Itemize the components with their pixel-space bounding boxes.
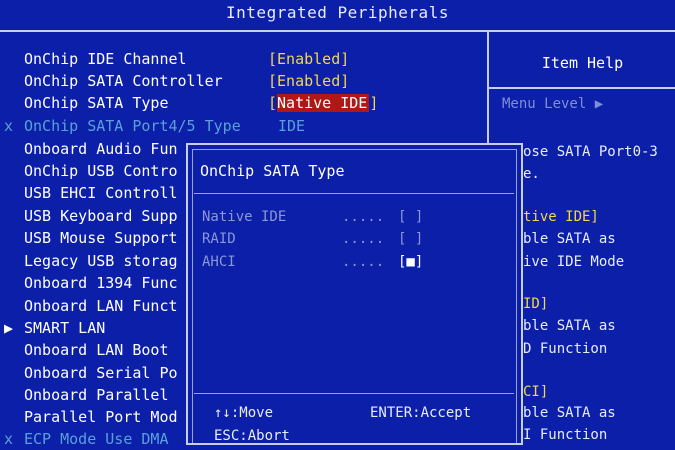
setting-label: OnChip SATA Type <box>24 94 169 112</box>
setting-label: Onboard Serial Po <box>24 364 178 382</box>
disabled-marker-icon: x <box>4 430 14 448</box>
options-popup: OnChip SATA Type Native IDE.....[ ] RAID.… <box>186 143 523 445</box>
help-line: I Function <box>523 427 608 443</box>
header-bar: —·— Integrated Peripherals <box>0 0 675 28</box>
option-label: RAID <box>202 231 236 247</box>
popup-title-divider <box>194 193 514 194</box>
setting-label: Parallel Port Mod <box>24 408 178 426</box>
help-title: Item Help <box>541 54 624 72</box>
help-line: ive IDE Mode <box>523 254 625 270</box>
submenu-arrow-icon: ▶ <box>4 319 14 337</box>
help-line: ose SATA Port0-3 <box>523 144 658 160</box>
setting-label: Onboard Parallel <box>24 386 169 404</box>
move-key-hint: ↑↓:Move <box>214 405 274 421</box>
option-empty-box: [ ] <box>398 209 424 225</box>
header-divider <box>0 30 675 32</box>
help-line: e. <box>523 166 540 182</box>
option-dots: ..... <box>342 254 385 270</box>
disabled-marker-icon: x <box>4 117 14 135</box>
option-dots: ..... <box>342 231 385 247</box>
selected-value-text: Native IDE <box>277 94 370 112</box>
option-checked-box: [■] <box>398 254 424 270</box>
setting-label: USB EHCI Controll <box>24 184 178 202</box>
abort-key-hint: ESC:Abort <box>214 428 290 444</box>
setting-label: OnChip USB Contro <box>24 162 178 180</box>
setting-label: SMART LAN <box>24 319 106 337</box>
option-dots: ..... <box>342 209 385 225</box>
setting-value: IDE <box>278 117 306 135</box>
accept-key-hint: ENTER:Accept <box>370 405 472 421</box>
popup-option[interactable]: RAID..... [ ] <box>202 231 423 247</box>
help-line: ID] <box>523 296 549 312</box>
help-title-divider <box>489 87 675 89</box>
setting-label: Onboard LAN Boot <box>24 341 169 359</box>
setting-label: Onboard Audio Fun <box>24 140 178 158</box>
menu-level-label: Menu Level ▶ <box>502 96 604 112</box>
option-empty-box: [ ] <box>398 231 424 247</box>
setting-label: USB Keyboard Supp <box>24 207 178 225</box>
page-title: Integrated Peripherals <box>226 3 449 22</box>
setting-label: Onboard LAN Funct <box>24 297 178 315</box>
option-label: Native IDE <box>202 209 287 225</box>
setting-label: ECP Mode Use DMA <box>24 430 169 448</box>
popup-option[interactable]: Native IDE..... [ ] <box>202 209 423 225</box>
setting-value: [Enabled] <box>268 72 350 90</box>
bracket-open: [ <box>268 94 278 112</box>
setting-label: OnChip SATA Port4/5 Type <box>24 117 241 135</box>
help-line: CI] <box>523 384 549 400</box>
bracket-close: ] <box>369 94 379 112</box>
popup-title: OnChip SATA Type <box>200 162 345 180</box>
setting-value: [Enabled] <box>268 50 350 68</box>
setting-value-selected[interactable]: [Native IDE] <box>268 92 378 114</box>
setting-label: USB Mouse Support <box>24 229 178 247</box>
help-line: ble SATA as <box>523 318 616 334</box>
popup-footer-divider <box>194 393 514 394</box>
popup-option[interactable]: AHCI..... [■] <box>202 254 423 270</box>
setting-label: OnChip IDE Channel <box>24 50 187 68</box>
setting-label: Onboard 1394 Func <box>24 274 178 292</box>
option-label: AHCI <box>202 254 236 270</box>
setting-label: OnChip SATA Controller <box>24 72 223 90</box>
help-line: D Function <box>523 341 608 357</box>
help-line: tive IDE] <box>523 209 599 225</box>
help-line: ble SATA as <box>523 231 616 247</box>
setting-label: Legacy USB storag <box>24 252 178 270</box>
help-line: ble SATA as <box>523 405 616 421</box>
